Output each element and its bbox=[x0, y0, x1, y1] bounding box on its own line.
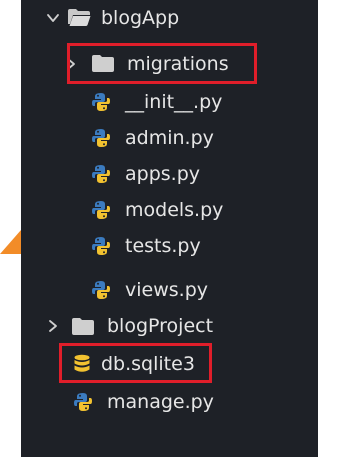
python-icon bbox=[74, 393, 92, 411]
tree-item-label: views.py bbox=[125, 279, 208, 301]
python-icon bbox=[92, 201, 110, 219]
tree-item-migrations[interactable]: migrations bbox=[21, 50, 318, 78]
database-icon bbox=[74, 354, 90, 372]
tree-item-label: migrations bbox=[127, 53, 229, 75]
tree-item-views-py[interactable]: views.py bbox=[21, 276, 318, 304]
tree-item-blogproject[interactable]: blogProject bbox=[21, 312, 318, 340]
python-icon bbox=[92, 165, 110, 183]
tree-item-label: models.py bbox=[125, 199, 224, 221]
tree-item-label: admin.py bbox=[125, 127, 214, 149]
tree-item-apps-py[interactable]: apps.py bbox=[21, 160, 318, 188]
tree-item-init-py[interactable]: __init__.py bbox=[21, 88, 318, 116]
tree-item-label: manage.py bbox=[107, 391, 214, 413]
tree-item-manage-py[interactable]: manage.py bbox=[21, 388, 318, 416]
folder-icon bbox=[72, 318, 94, 335]
tree-item-label: tests.py bbox=[125, 235, 201, 257]
tree-item-blogapp[interactable]: blogApp bbox=[21, 4, 318, 32]
python-icon bbox=[92, 281, 110, 299]
python-icon bbox=[92, 129, 110, 147]
screenshot-frame: blogApp migrations __init__.py admin.py … bbox=[0, 0, 339, 457]
folder-open-icon bbox=[68, 9, 91, 26]
annotation-arrow-icon bbox=[0, 230, 21, 254]
tree-item-label: __init__.py bbox=[125, 91, 223, 113]
tree-item-label: apps.py bbox=[125, 163, 201, 185]
tree-item-db-sqlite3[interactable]: db.sqlite3 bbox=[21, 350, 318, 378]
tree-item-label: blogProject bbox=[107, 315, 214, 337]
python-icon bbox=[92, 93, 110, 111]
tree-item-label: blogApp bbox=[101, 7, 180, 29]
tree-item-label: db.sqlite3 bbox=[101, 353, 195, 375]
tree-item-tests-py[interactable]: tests.py bbox=[21, 232, 318, 260]
chevron-down-icon[interactable] bbox=[45, 10, 61, 26]
python-icon bbox=[92, 237, 110, 255]
file-explorer-panel: blogApp migrations __init__.py admin.py … bbox=[21, 0, 318, 457]
chevron-right-icon[interactable] bbox=[45, 318, 61, 334]
tree-item-models-py[interactable]: models.py bbox=[21, 196, 318, 224]
tree-item-admin-py[interactable]: admin.py bbox=[21, 124, 318, 152]
folder-icon bbox=[92, 55, 114, 72]
chevron-right-icon[interactable] bbox=[63, 56, 79, 72]
